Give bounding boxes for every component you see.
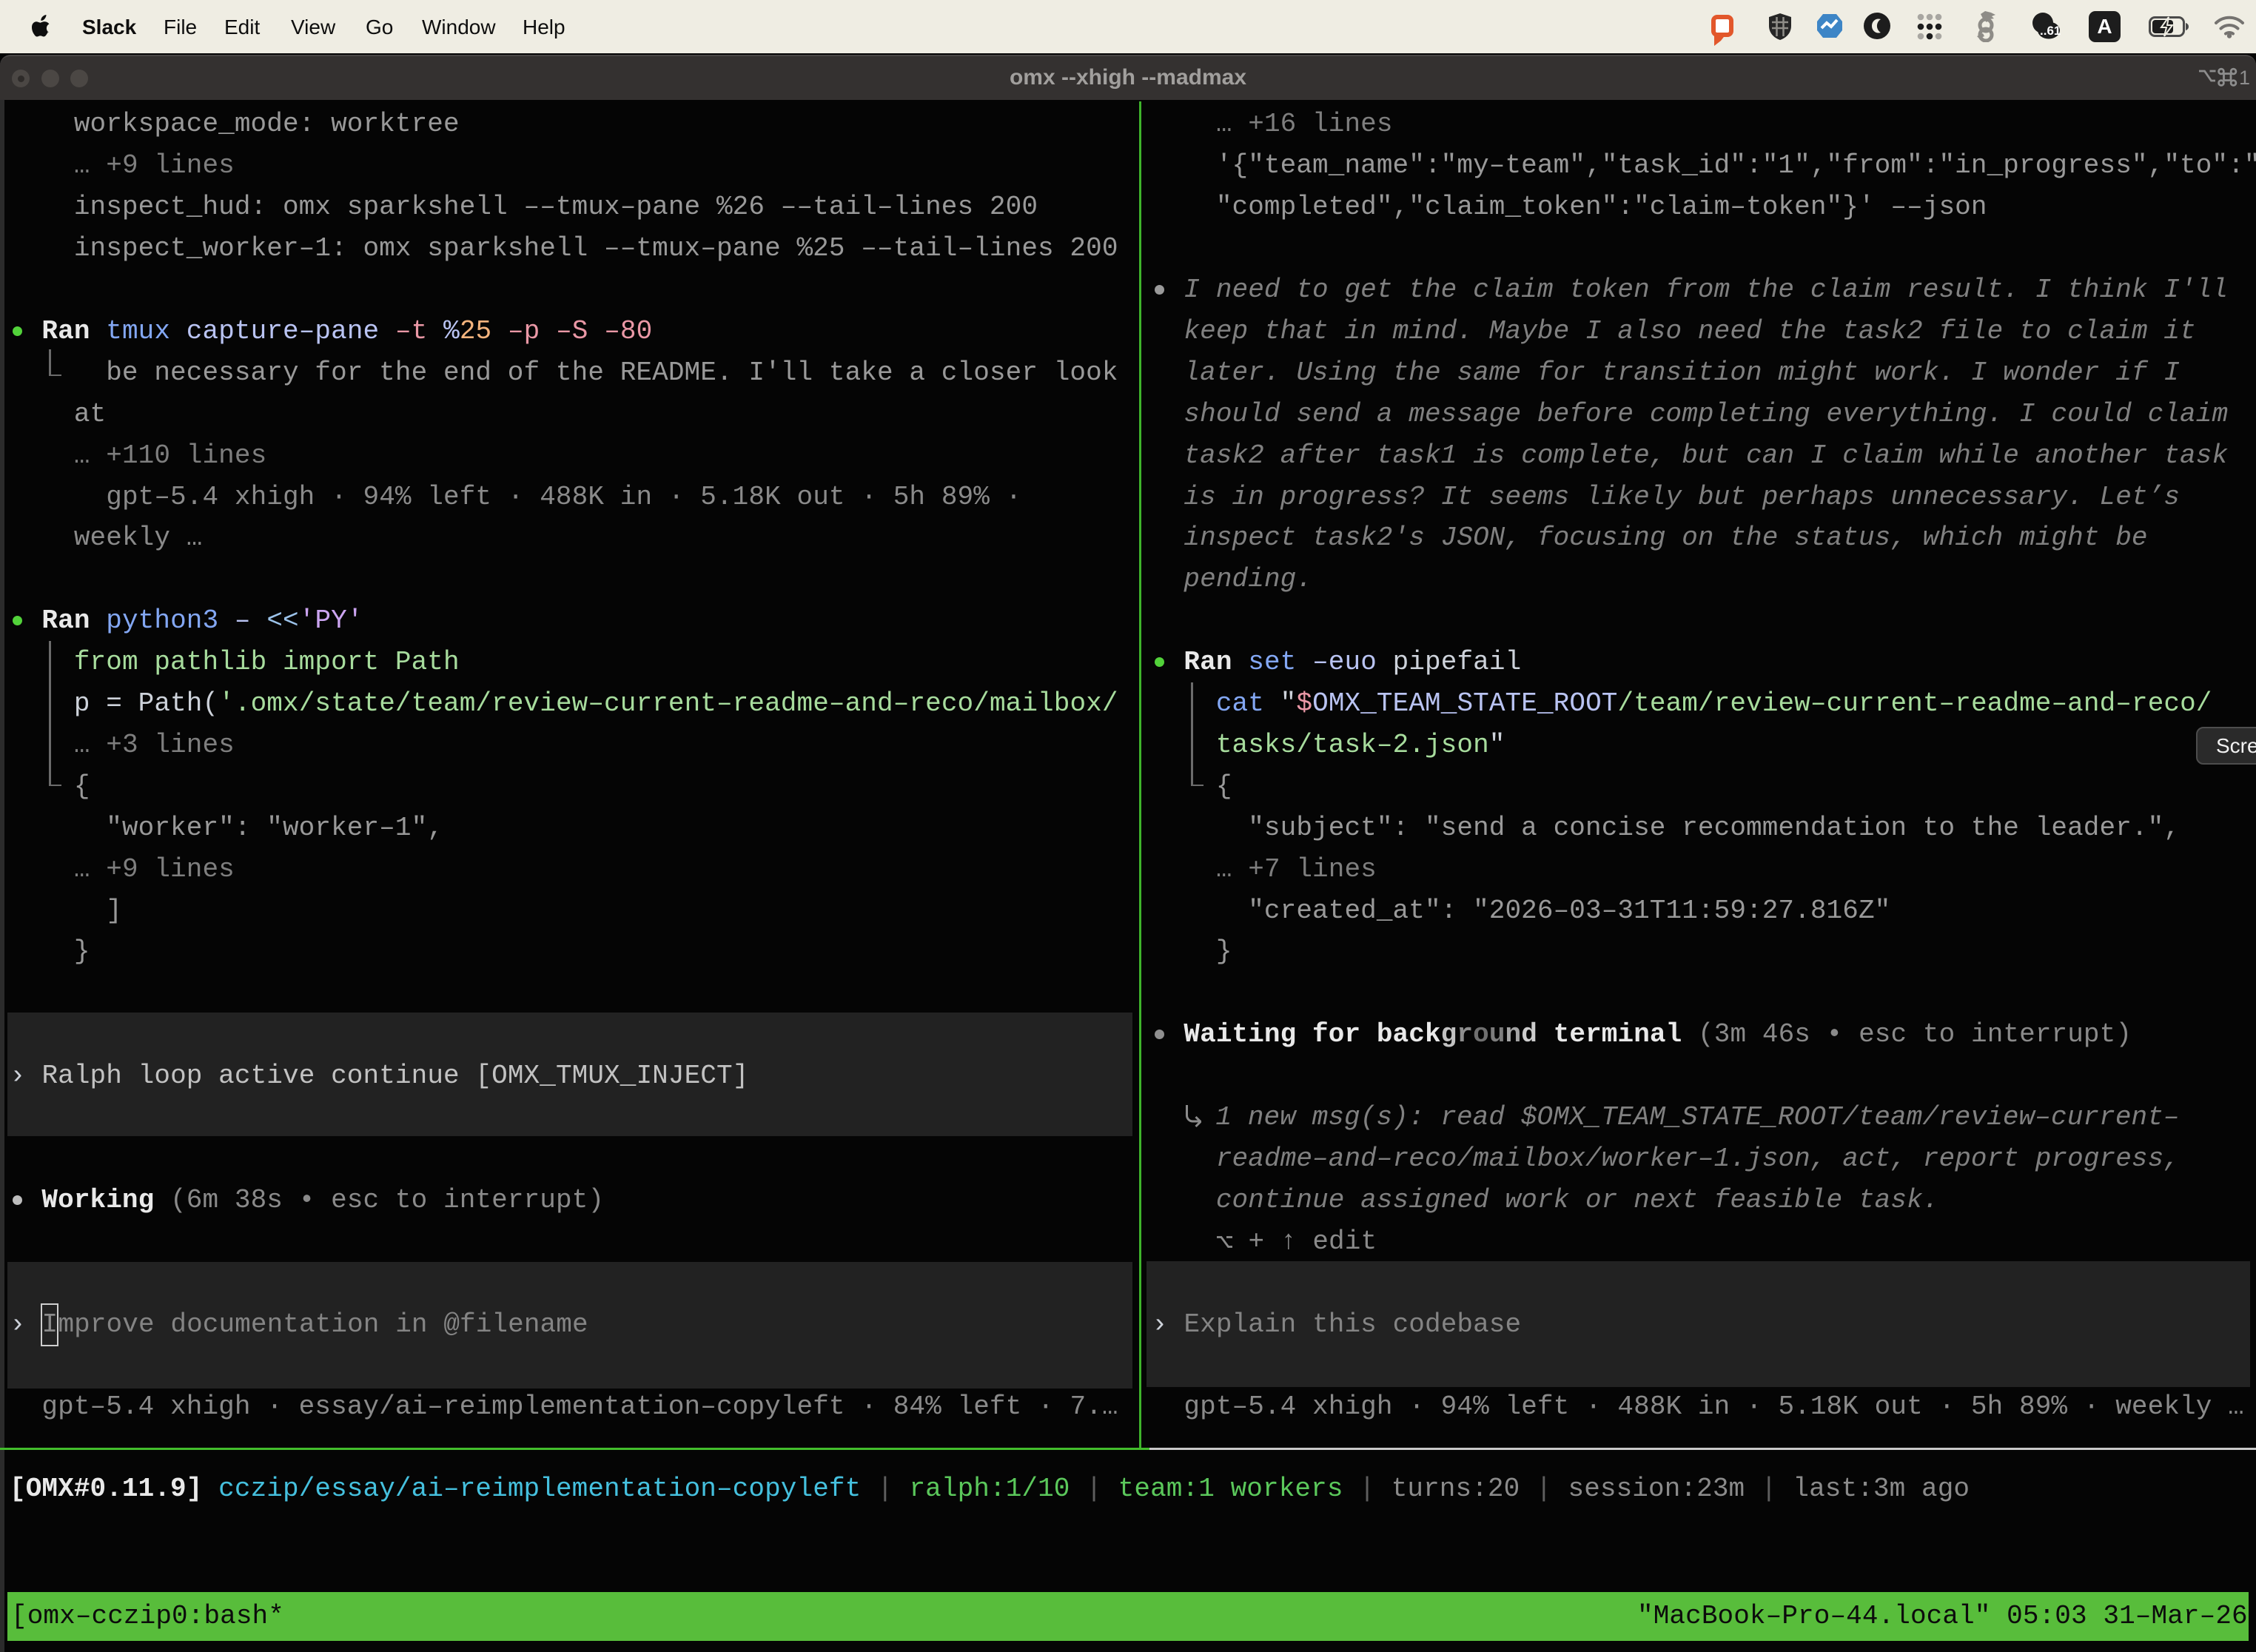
svg-text:1: 1 (2239, 67, 2250, 87)
svg-text:..61: ..61 (2040, 24, 2061, 38)
